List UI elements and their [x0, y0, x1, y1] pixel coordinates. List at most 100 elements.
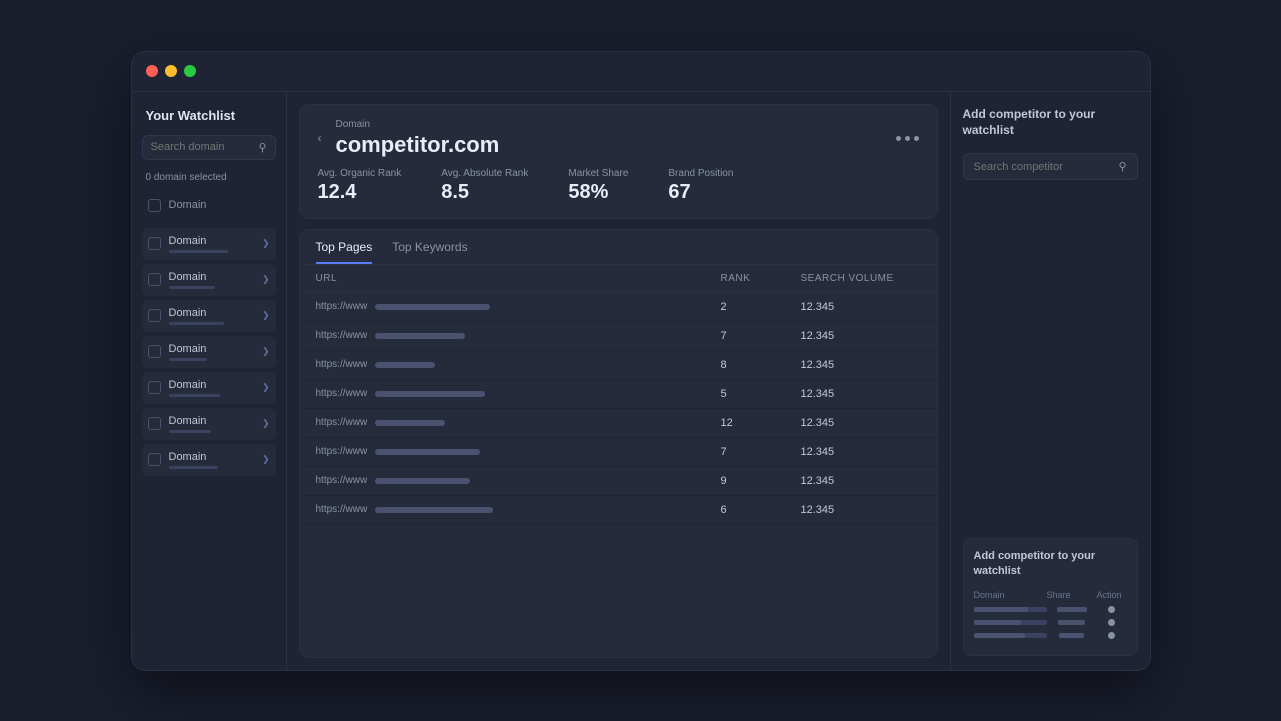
table-row[interactable]: https://www 5 12.345: [300, 380, 937, 409]
metrics-row: Avg. Organic Rank 12.4 Avg. Absolute Ran…: [318, 168, 919, 204]
domain-checkbox[interactable]: [148, 309, 161, 322]
action-dot[interactable]: [1108, 619, 1115, 626]
url-cell: https://www: [316, 359, 721, 370]
competitor-table-section: Add competitor to your watchlist Domain …: [963, 538, 1138, 656]
chevron-right-icon: ❯: [262, 418, 270, 429]
table-row[interactable]: https://www 7 12.345: [300, 438, 937, 467]
competitor-search-input[interactable]: [974, 161, 1113, 173]
competitor-row[interactable]: [974, 619, 1127, 626]
minimize-button[interactable]: [165, 65, 177, 77]
table-row[interactable]: https://www 8 12.345: [300, 351, 937, 380]
domain-checkbox[interactable]: [148, 453, 161, 466]
dot: [896, 136, 901, 141]
metric-label: Market Share: [568, 168, 628, 179]
url-text: https://www: [316, 417, 368, 428]
list-item[interactable]: Domain ❯: [142, 336, 276, 368]
list-item[interactable]: Domain ❯: [142, 228, 276, 260]
chevron-right-icon: ❯: [262, 274, 270, 285]
metric-value: 12.4: [318, 181, 402, 204]
domain-column-label: Domain: [169, 199, 207, 211]
rank-cell: 7: [721, 446, 801, 458]
list-item[interactable]: Domain ❯: [142, 300, 276, 332]
table-row[interactable]: https://www 6 12.345: [300, 496, 937, 525]
list-item[interactable]: Domain ❯: [142, 408, 276, 440]
tab-top-keywords[interactable]: Top Keywords: [392, 240, 467, 264]
url-bar: [375, 507, 493, 513]
domain-name: Domain: [169, 235, 254, 247]
volume-cell: 12.345: [801, 417, 921, 429]
share-bar: [1059, 633, 1084, 638]
domain-info: Domain: [169, 235, 254, 253]
panel-section-title: Add competitor to your watchlist: [974, 549, 1127, 580]
domain-count: 0 domain selected: [142, 172, 276, 183]
action-dot[interactable]: [1108, 606, 1115, 613]
competitor-search-box[interactable]: ⚲: [963, 153, 1138, 180]
cth-share: Share: [1047, 590, 1097, 600]
domain-checkbox[interactable]: [148, 381, 161, 394]
domain-bar-wrap: [974, 633, 1047, 638]
url-bar: [375, 304, 490, 310]
back-arrow-icon[interactable]: ‹: [318, 131, 322, 145]
search-icon: ⚲: [1118, 160, 1126, 173]
volume-cell: 12.345: [801, 330, 921, 342]
domain-name: Domain: [169, 343, 254, 355]
domain-bar: [169, 250, 229, 253]
search-box[interactable]: ⚲: [142, 135, 276, 160]
domain-info: Domain: [169, 415, 254, 433]
metric-value: 58%: [568, 181, 628, 204]
url-bar: [375, 420, 445, 426]
maximize-button[interactable]: [184, 65, 196, 77]
domain-info: Domain: [169, 307, 254, 325]
domain-checkbox[interactable]: [148, 273, 161, 286]
domain-header-top: ‹ Domain competitor.com: [318, 119, 919, 158]
metric-absolute-rank: Avg. Absolute Rank 8.5: [441, 168, 528, 204]
competitor-table-header: Domain Share Action: [974, 590, 1127, 600]
table-header: URL Rank Search Volume: [300, 265, 937, 293]
tabs-row: Top Pages Top Keywords: [300, 230, 937, 265]
url-text: https://www: [316, 330, 368, 341]
url-bar: [375, 362, 435, 368]
volume-cell: 12.345: [801, 504, 921, 516]
domain-checkbox[interactable]: [148, 417, 161, 430]
action-dot[interactable]: [1108, 632, 1115, 639]
table-row[interactable]: https://www 9 12.345: [300, 467, 937, 496]
domain-label: Domain: [336, 119, 500, 130]
domain-checkbox[interactable]: [148, 237, 161, 250]
select-all-checkbox[interactable]: [148, 199, 161, 212]
rank-cell: 5: [721, 388, 801, 400]
domain-checkbox[interactable]: [148, 345, 161, 358]
table-row[interactable]: https://www 12 12.345: [300, 409, 937, 438]
main-content: ‹ Domain competitor.com Avg. Org: [287, 92, 950, 670]
chevron-right-icon: ❯: [262, 310, 270, 321]
domain-bar: [974, 607, 1029, 612]
rank-cell: 6: [721, 504, 801, 516]
competitor-row[interactable]: [974, 606, 1127, 613]
domain-bar: [974, 620, 1021, 625]
more-options-button[interactable]: [896, 136, 919, 141]
url-text: https://www: [316, 301, 368, 312]
domain-name: Domain: [169, 451, 254, 463]
tab-top-pages[interactable]: Top Pages: [316, 240, 373, 264]
close-button[interactable]: [146, 65, 158, 77]
url-cell: https://www: [316, 504, 721, 515]
search-icon: ⚲: [258, 141, 266, 154]
competitor-row[interactable]: [974, 632, 1127, 639]
url-text: https://www: [316, 475, 368, 486]
list-item[interactable]: Domain ❯: [142, 264, 276, 296]
rank-cell: 9: [721, 475, 801, 487]
table-row[interactable]: https://www 2 12.345: [300, 293, 937, 322]
metric-label: Brand Position: [668, 168, 733, 179]
share-bar: [1057, 607, 1087, 612]
metric-organic-rank: Avg. Organic Rank 12.4: [318, 168, 402, 204]
domain-bar-wrap: [974, 607, 1047, 612]
list-item[interactable]: Domain ❯: [142, 444, 276, 476]
domain-name: Domain: [169, 415, 254, 427]
list-item[interactable]: Domain ❯: [142, 372, 276, 404]
app-window: Your Watchlist ⚲ 0 domain selected Domai…: [131, 51, 1151, 671]
domain-name: Domain: [169, 379, 254, 391]
domain-url: competitor.com: [336, 132, 500, 158]
th-url: URL: [316, 273, 721, 284]
table-row[interactable]: https://www 7 12.345: [300, 322, 937, 351]
search-input[interactable]: [151, 141, 253, 153]
domain-bar: [974, 633, 1025, 638]
